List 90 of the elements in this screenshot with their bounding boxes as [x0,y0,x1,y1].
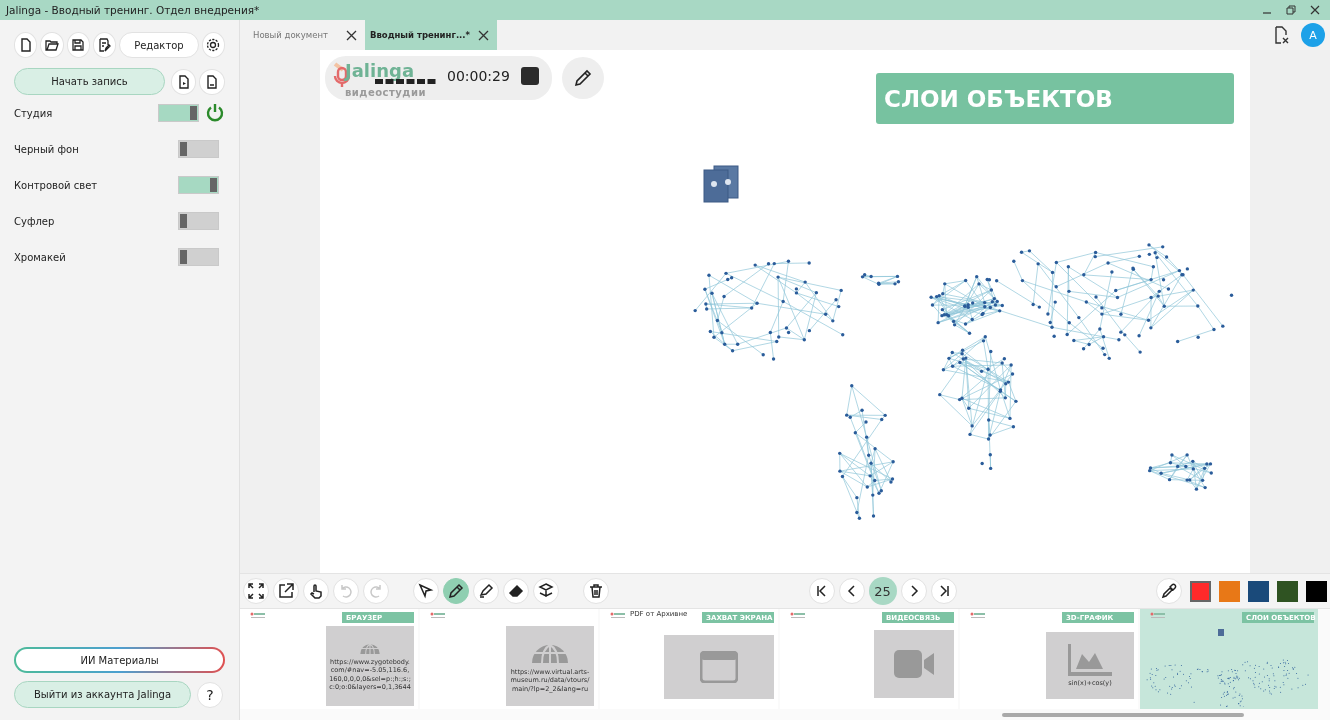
video-file-icon [176,74,191,89]
settings-icon [205,37,222,53]
document-tab[interactable]: Вводный тренинг...* [364,20,498,50]
open-folder-button[interactable] [40,32,64,58]
export-tool-button[interactable] [273,578,299,604]
floppy-icon [71,38,86,52]
hand-tool-button[interactable] [303,578,329,604]
save-button[interactable] [66,32,90,58]
previous-page-button[interactable] [838,578,865,604]
next-page-button[interactable] [900,578,927,604]
marker-tool-button[interactable] [473,578,499,604]
stop-button[interactable] [521,67,539,85]
document-icon [18,38,33,52]
marker-icon [478,583,494,599]
toggle-switch[interactable] [158,104,199,122]
video-camera-icon [894,650,934,678]
document-tab[interactable]: Новый документ [248,20,365,50]
toggle-switch[interactable] [178,248,219,266]
pointer-tool-button[interactable] [413,578,439,604]
redo-icon [368,583,384,599]
text-file-button[interactable] [199,68,225,95]
audio-level-meter [375,79,437,84]
last-page-button[interactable] [930,578,957,604]
logo-icon [970,612,986,619]
logout-button[interactable]: Выйти из аккаунта Jalinga [14,681,191,708]
toggle-label: Суфлер [14,215,55,227]
save-as-button[interactable] [92,32,117,58]
expand-tool-button[interactable] [243,578,269,604]
draw-button[interactable] [562,57,604,99]
layers-tool-button[interactable] [533,578,559,604]
toggle-label: Студия [14,107,53,119]
export-icon [278,583,294,599]
slide-title: СЛОИ ОБЪЕКТОВ [876,73,1234,124]
settings-button[interactable] [201,32,225,58]
pen-icon [448,583,464,599]
pen-tool-button[interactable] [443,578,469,604]
window-title: Jalinga - Вводный тренинг. Отдел внедрения* [6,4,260,16]
hand-icon [308,583,324,599]
close-icon[interactable] [478,29,490,41]
eraser-tool-button[interactable] [503,578,529,604]
logo-subtitle: видеостудии [345,87,426,98]
logo-icon [1150,612,1166,619]
logo-icon [430,612,446,619]
color-swatch[interactable] [1277,580,1298,602]
close-document-icon[interactable] [1273,26,1289,44]
restore-icon[interactable] [1286,5,1296,15]
editor-button[interactable]: Редактор [119,32,199,58]
undo-icon [338,583,354,599]
color-swatch[interactable] [1306,580,1327,602]
color-swatch[interactable] [1248,580,1269,602]
expand-icon [248,583,264,599]
logo-icon [790,612,806,619]
toggle-switch[interactable] [178,212,219,230]
scrollbar-thumb[interactable] [1002,713,1244,717]
trash-tool-button[interactable] [583,578,609,604]
new-file-button[interactable] [14,32,38,58]
folder-icon [44,38,59,52]
close-icon[interactable] [1310,5,1320,15]
close-icon[interactable] [345,29,357,41]
toggle-switch[interactable] [178,176,219,194]
area-chart-icon [1068,643,1112,676]
video-file-button[interactable] [170,68,197,95]
toggle-label: Контровой свет [14,179,98,191]
toggle-switch[interactable] [178,140,219,158]
toggle-label: Хромакей [14,251,66,263]
stacked-cards-icon[interactable] [702,164,740,204]
toggle-label: Черный фон [14,143,79,155]
logo-icon [250,612,266,619]
ai-materials-button[interactable]: ИИ Материалы [14,647,225,673]
first-page-icon [814,584,829,598]
first-page-button[interactable] [808,578,835,604]
eraser-icon [508,583,524,599]
logo-name: Jalinga [345,61,416,80]
eyedropper-icon [1161,583,1177,599]
color-swatch[interactable] [1219,580,1240,602]
window-icon [700,651,738,683]
logo-icon [610,612,626,619]
document-edit-icon [97,38,112,52]
help-button[interactable]: ? [197,681,223,708]
document-icon [205,74,220,89]
recording-timer: 00:00:29 [447,68,510,84]
layers-icon [538,583,554,599]
eyedropper-button[interactable] [1156,578,1182,604]
pencil-icon [573,68,593,88]
trash-icon [588,583,604,599]
power-icon[interactable] [205,103,225,123]
pointer-icon [418,583,434,599]
page-number[interactable]: 25 [868,577,897,605]
color-swatch[interactable] [1190,580,1211,602]
start-recording-button[interactable]: Начать запись [14,68,165,95]
